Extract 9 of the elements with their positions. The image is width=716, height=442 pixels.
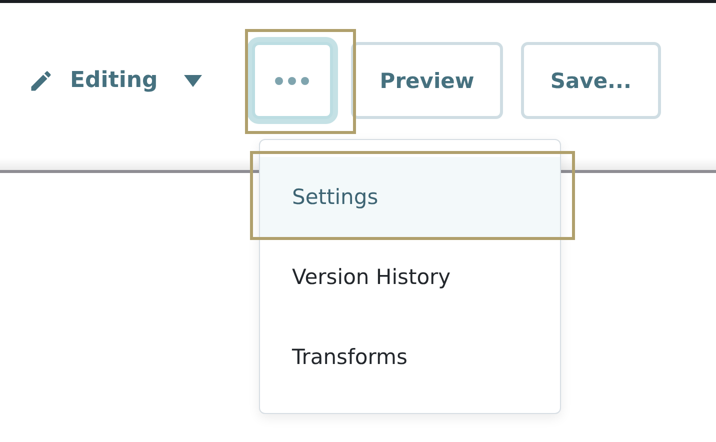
menu-item[interactable]: Transforms xyxy=(260,317,560,397)
save-button[interactable]: Save... xyxy=(521,42,660,119)
preview-button[interactable]: Preview xyxy=(350,42,504,119)
mode-dropdown[interactable]: Editing xyxy=(28,68,202,94)
more-icon xyxy=(275,76,310,84)
caret-icon xyxy=(184,74,202,86)
menu-item[interactable]: Version History xyxy=(260,237,560,317)
menu-item[interactable]: Settings xyxy=(260,157,560,237)
mode-label: Editing xyxy=(70,68,158,93)
